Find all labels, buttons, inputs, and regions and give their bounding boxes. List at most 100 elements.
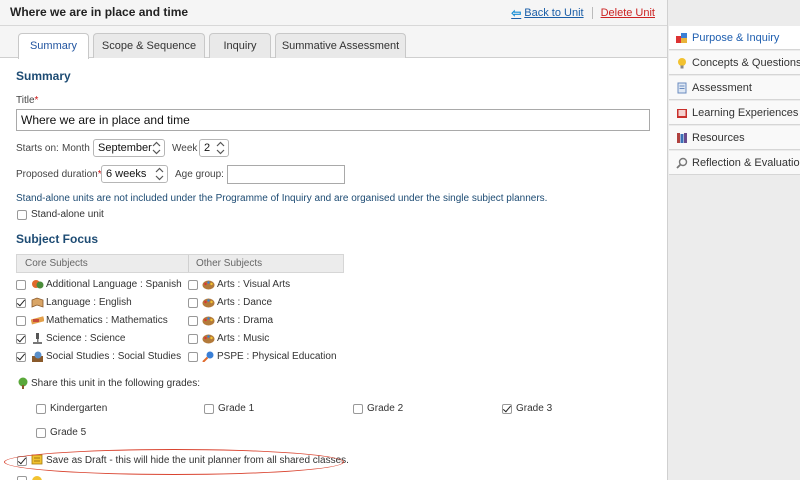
tab-bar: Summary Scope & Sequence Inquiry Summati… [0, 26, 667, 59]
sidebar-item-learning-experiences[interactable]: Learning Experiences [669, 101, 800, 125]
palette-icon [202, 280, 215, 290]
book-icon [31, 297, 44, 308]
sidebar-item-label: Purpose & Inquiry [692, 31, 780, 44]
sidebar-item-assessment[interactable]: Assessment [669, 76, 800, 100]
tab-inquiry[interactable]: Inquiry [209, 33, 271, 58]
subject-label-visual-arts: Arts : Visual Arts [217, 279, 291, 290]
globe-books-icon [32, 351, 43, 362]
back-arrow-icon: ⇦ [511, 6, 522, 20]
week-value: 2 [204, 142, 211, 154]
week-select[interactable]: 2 [199, 139, 229, 157]
sidebar-item-label: Concepts & Questions [692, 56, 800, 69]
header-actions: ⇦ Back to Unit Delete Unit [511, 6, 655, 20]
subject-checkbox-social-studies[interactable] [16, 352, 26, 362]
subject-label-music: Arts : Music [217, 333, 270, 344]
subject-label-mathematics: Mathematics : Mathematics [46, 315, 168, 326]
grade-checkbox-kindergarten[interactable] [36, 404, 46, 414]
magnifier-icon [676, 157, 688, 169]
grade-checkbox-grade-1[interactable] [204, 404, 214, 414]
back-to-unit-link[interactable]: ⇦ Back to Unit [511, 6, 583, 20]
delete-unit-link[interactable]: Delete Unit [601, 7, 655, 19]
sidebar-item-label: Learning Experiences [692, 106, 799, 119]
subject-checkbox-drama[interactable] [188, 316, 198, 326]
age-group-label: Age group: [175, 169, 224, 180]
required-marker: * [34, 95, 39, 106]
duration-select[interactable]: 6 weeks [101, 165, 168, 183]
tab-summary[interactable]: Summary [18, 33, 89, 59]
ruler-icon [31, 316, 44, 325]
grade-checkbox-grade-3[interactable] [502, 404, 512, 414]
stepper-icon [155, 167, 164, 181]
duration-label: Proposed duration* [16, 169, 102, 180]
share-grades-label: Share this unit in the following grades: [31, 378, 200, 389]
stepper-icon [216, 141, 225, 155]
standalone-checkbox[interactable] [17, 210, 27, 220]
subject-label-physical-education: PSPE : Physical Education [217, 351, 337, 362]
racket-icon [202, 351, 214, 362]
sidebar-item-concepts-questions[interactable]: Concepts & Questions [669, 51, 800, 75]
grade-label-grade-3: Grade 3 [516, 403, 553, 414]
subject-focus-heading: Subject Focus [16, 232, 99, 246]
grade-label-grade-2: Grade 2 [367, 403, 404, 414]
books-icon [677, 132, 687, 143]
sidebar-item-reflection-evaluation[interactable]: Reflection & Evaluation [669, 151, 800, 175]
subject-checkbox-english[interactable] [16, 298, 26, 308]
sidebar-item-label: Resources [692, 131, 745, 144]
tab-scope-sequence[interactable]: Scope & Sequence [93, 33, 205, 58]
back-to-unit-label: Back to Unit [524, 7, 584, 19]
lightbulb-icon [678, 57, 686, 68]
other-subjects-header: Other Subjects [196, 258, 263, 269]
subject-label-drama: Arts : Drama [217, 315, 274, 326]
subject-label-english: Language : English [46, 297, 132, 308]
subject-checkbox-mathematics[interactable] [16, 316, 26, 326]
core-subjects-header: Core Subjects [25, 258, 88, 269]
subject-label-dance: Arts : Dance [217, 297, 273, 308]
highlight-ellipse [4, 449, 344, 475]
book-icon [677, 108, 687, 118]
week-label: Week [172, 143, 198, 154]
title-label: Title* [16, 95, 39, 106]
subject-checkbox-music[interactable] [188, 334, 198, 344]
sidebar-item-label: Assessment [692, 81, 752, 94]
partial-icon [32, 476, 42, 480]
month-value: September [98, 142, 152, 154]
subject-checkbox-physical-education[interactable] [188, 352, 198, 362]
title-input[interactable]: Where we are in place and time [16, 109, 650, 131]
grade-checkbox-grade-2[interactable] [353, 404, 363, 414]
column-divider [188, 255, 189, 272]
grade-label-grade-1: Grade 1 [218, 403, 255, 414]
subject-checkbox-science[interactable] [16, 334, 26, 344]
sidebar-item-resources[interactable]: Resources [669, 126, 800, 150]
document-icon [677, 82, 687, 93]
palette-icon [202, 316, 215, 326]
age-group-input[interactable] [227, 165, 345, 184]
tree-icon [18, 377, 28, 389]
unit-title: Where we are in place and time [10, 5, 189, 19]
starts-on-label: Starts on: [16, 143, 59, 154]
tab-summative-assessment[interactable]: Summative Assessment [275, 33, 406, 58]
subjects-table-header: Core Subjects Other Subjects [16, 254, 344, 273]
month-label: Month [62, 143, 90, 154]
sidebar-item-label: Reflection & Evaluation [692, 156, 800, 169]
grade-checkbox-grade-5[interactable] [36, 428, 46, 438]
subject-checkbox-visual-arts[interactable] [188, 280, 198, 290]
unit-header: Where we are in place and time ⇦ Back to… [0, 0, 667, 26]
sidebar-item-purpose-inquiry[interactable]: Purpose & Inquiry [669, 26, 800, 50]
standalone-label: Stand-alone unit [31, 209, 104, 220]
subject-label-science: Science : Science [46, 333, 126, 344]
month-select[interactable]: September [93, 139, 165, 157]
subject-label-spanish: Additional Language : Spanish [46, 279, 182, 290]
standalone-note: Stand-alone units are not included under… [16, 193, 548, 204]
planner-sidebar: Purpose & Inquiry Concepts & Questions A… [667, 0, 800, 480]
subject-checkbox-spanish[interactable] [16, 280, 26, 290]
subject-checkbox-dance[interactable] [188, 298, 198, 308]
summary-heading: Summary [16, 69, 71, 83]
palette-icon [202, 334, 215, 344]
grade-label-kindergarten: Kindergarten [50, 403, 108, 414]
language-icon [32, 280, 44, 289]
header-separator [591, 7, 593, 19]
subject-label-social-studies: Social Studies : Social Studies [46, 351, 182, 362]
stepper-icon [152, 141, 161, 155]
puzzle-icon [676, 32, 687, 43]
next-row-checkbox[interactable] [17, 476, 27, 480]
